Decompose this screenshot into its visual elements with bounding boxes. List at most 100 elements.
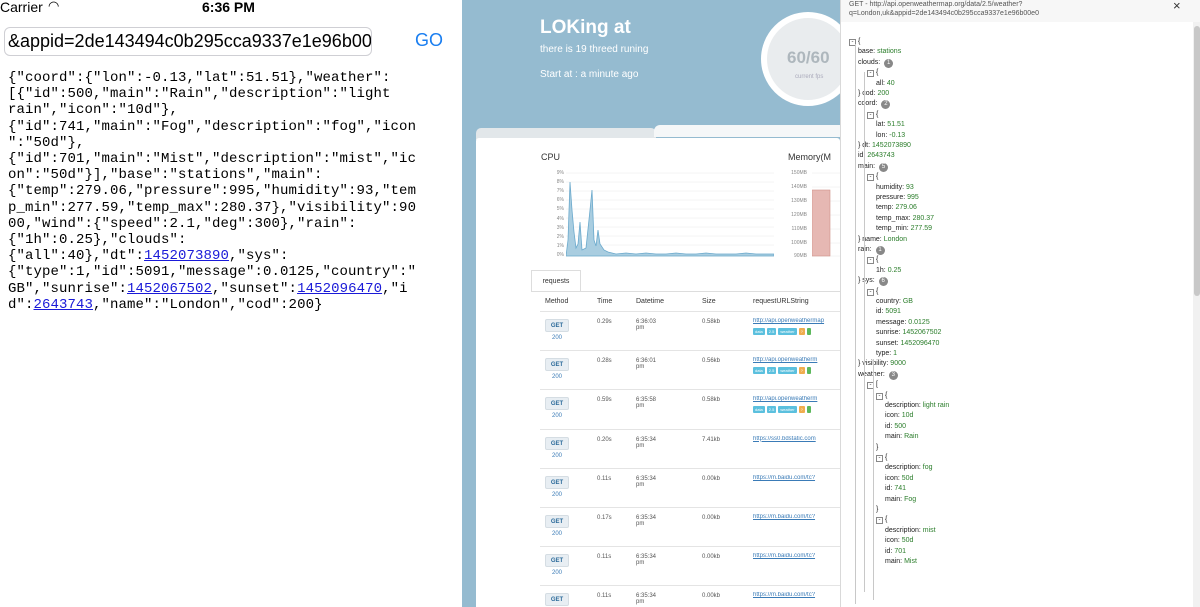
datetime-cell: 6:36:03 pm: [636, 319, 657, 331]
json-value: stations: [877, 48, 902, 56]
status-code: 200: [552, 335, 563, 341]
viewer-url-line1: GET - http://api.openweathermap.org/data…: [849, 1, 1023, 8]
json-key: description:: [885, 464, 923, 472]
size-cell: 0.58kb: [702, 397, 721, 404]
json-tree-node: }: [876, 444, 878, 452]
request-url-link[interactable]: http://api.openweatherm: [753, 396, 840, 402]
close-icon[interactable]: ×: [1173, 0, 1181, 13]
json-tree-node[interactable]: main: 5: [858, 162, 889, 172]
json-key: temp:: [876, 204, 896, 212]
json-tree-node: } cod: 200: [858, 90, 889, 98]
json-key: temp_min:: [876, 225, 911, 233]
json-value: -0.13: [889, 131, 906, 139]
json-value: 10d: [901, 412, 914, 420]
json-line: ":"50d"},: [8, 135, 456, 151]
json-text: d":: [8, 296, 34, 313]
json-tree-node[interactable]: clouds: 1: [858, 58, 894, 68]
col-time[interactable]: Time: [597, 298, 612, 305]
json-key: main:: [885, 495, 905, 503]
json-key: base:: [858, 48, 878, 56]
wifi-icon: ◠: [48, 0, 60, 13]
col-size[interactable]: Size: [702, 298, 716, 305]
json-line: {"type":1,"id":5091,"message":0.0125,"co…: [8, 264, 456, 280]
panel-tab-right[interactable]: [654, 125, 840, 137]
request-url-link[interactable]: https://m.baidu.com/tc?: [753, 592, 840, 598]
collapse-toggle-icon[interactable]: -: [867, 70, 874, 78]
json-tree-node[interactable]: rain: 1: [858, 246, 885, 255]
json-key: lon:: [876, 131, 890, 139]
size-cell: 0.58kb: [702, 319, 721, 325]
json-tree-node: icon: 10d: [885, 412, 913, 420]
json-tree-node[interactable]: coord: 2: [858, 100, 891, 110]
collapse-toggle-icon[interactable]: -: [867, 174, 874, 182]
json-value: 277.59: [910, 225, 933, 233]
json-value: London: [883, 235, 908, 243]
json-tree-node[interactable]: -{: [867, 288, 878, 296]
json-tree-node[interactable]: } sys: 6: [858, 277, 888, 287]
json-tree-node: id: 701: [885, 548, 906, 556]
json-timestamp-link[interactable]: 1452096470: [297, 281, 382, 297]
json-value: 701: [894, 547, 907, 555]
url-tag: data: [753, 367, 765, 375]
json-key: main:: [885, 558, 905, 565]
request-url-link[interactable]: https://m.baidu.com/tc?: [753, 475, 840, 481]
collapse-toggle-icon[interactable]: -: [867, 288, 874, 296]
ios-simulator-screen: Carrier ◠ 6:36 PM &appid=2de143494c0b295…: [0, 0, 462, 607]
json-tree-node[interactable]: -{: [867, 173, 878, 182]
cpu-tick-label: 2%: [556, 233, 564, 240]
collapse-toggle-icon[interactable]: -: [876, 392, 883, 400]
json-key: main:: [885, 433, 905, 441]
json-tree-node[interactable]: -{: [876, 516, 887, 525]
json-value: 280.37: [912, 214, 934, 222]
json-bracket: {: [876, 256, 879, 264]
cpu-tick-label: 3%: [556, 224, 564, 231]
json-key: pressure:: [876, 194, 908, 201]
request-url-link[interactable]: https://m.baidu.com/tc?: [753, 514, 840, 520]
tab-requests[interactable]: requests: [531, 270, 581, 292]
json-timestamp-link[interactable]: 1452073890: [144, 248, 229, 264]
child-count-badge: 6: [878, 277, 888, 287]
collapse-toggle-icon[interactable]: -: [876, 517, 883, 525]
collapse-toggle-icon[interactable]: -: [867, 111, 874, 119]
json-value: 50d: [901, 537, 914, 545]
request-url-link[interactable]: http://api.openweathermap: [753, 318, 840, 324]
json-tree-node[interactable]: -{: [867, 111, 878, 119]
json-tree-node[interactable]: -{: [867, 256, 879, 265]
collapse-toggle-icon[interactable]: -: [876, 455, 883, 462]
json-key: } visibility:: [858, 360, 891, 368]
json-key: icon:: [885, 537, 902, 545]
json-text: 00,"wind":{"speed":2.1,"deg":300},"rain"…: [8, 215, 357, 232]
json-timestamp-link[interactable]: 1452067502: [127, 281, 212, 297]
status-bar: Carrier ◠ 6:36 PM: [0, 0, 462, 17]
json-line: 00,"wind":{"speed":2.1,"deg":300},"rain"…: [8, 216, 456, 232]
row-divider: [540, 546, 840, 548]
collapse-toggle-icon[interactable]: -: [867, 257, 874, 265]
json-tree-node: humidity: 93: [876, 184, 914, 192]
json-tree-node[interactable]: -{: [867, 69, 879, 78]
json-key: temp_max:: [876, 214, 913, 222]
json-timestamp-link[interactable]: 2643743: [34, 297, 94, 313]
col-request-url[interactable]: requestURLString: [753, 298, 809, 305]
json-value: fog: [922, 464, 933, 472]
go-button[interactable]: GO: [415, 30, 443, 51]
json-tree-node[interactable]: -{: [876, 392, 887, 400]
scrollbar-thumb[interactable]: [1194, 26, 1200, 296]
json-line: {"coord":{"lon":-0.13,"lat":51.51},"weat…: [8, 70, 456, 86]
json-bracket: {: [876, 69, 879, 77]
cpu-tick-label: 0%: [556, 251, 564, 258]
json-value: 1452067502: [902, 329, 942, 337]
request-url-link[interactable]: https://ss0.bdstatic.com: [753, 436, 840, 442]
cpu-chart-title: CPU: [541, 152, 561, 162]
row-divider: [540, 467, 840, 469]
col-method[interactable]: Method: [545, 298, 568, 305]
memory-tick-label: 130MB: [791, 197, 807, 204]
col-datetime[interactable]: Datetime: [636, 298, 664, 305]
memory-tick-label: 110MB: [791, 225, 807, 232]
json-bracket: }: [876, 506, 879, 513]
url-tags: data 2.5 weather?: [753, 328, 811, 335]
datetime-cell: 6:35:34 pm: [636, 475, 657, 488]
url-input[interactable]: &appid=2de143494c0b295cca9337e1e96b00e0: [4, 27, 372, 56]
request-url-link[interactable]: http://api.openweatherm: [753, 357, 840, 363]
request-url-link[interactable]: https://m.baidu.com/tc?: [753, 553, 840, 559]
json-tree-node[interactable]: -{: [876, 454, 887, 462]
